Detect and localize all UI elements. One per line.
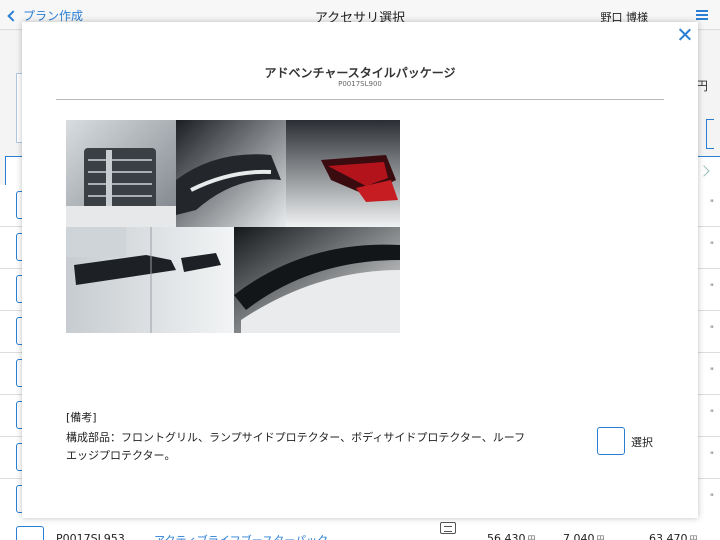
select-checkbox[interactable] — [597, 427, 625, 455]
table-row: P0017SL953 アクティブライフブースターパック 56,430円 7,04… — [0, 518, 720, 540]
item-code: P0017SL953 — [56, 532, 125, 540]
row-unit: " — [709, 241, 714, 251]
price-parts: 56,430 円 — [487, 532, 536, 540]
row-unit: " — [709, 283, 714, 293]
package-detail-modal: アドベンチャースタイルパッケージ P0017SL900 [備考] 構成部品：フロ… — [22, 22, 698, 518]
row-unit: " — [709, 409, 714, 419]
note-heading: [備考] — [66, 411, 97, 424]
row-unit: " — [709, 451, 714, 461]
divider — [56, 99, 664, 100]
price-labor: 7,040 円 — [563, 532, 605, 540]
package-photo — [66, 120, 400, 333]
row-unit: " — [709, 493, 714, 503]
row-checkbox[interactable] — [16, 526, 44, 540]
modal-code: P0017SL900 — [338, 80, 382, 88]
background-button[interactable] — [706, 119, 714, 149]
select-label: 選択 — [631, 436, 653, 449]
modal-title: アドベンチャースタイルパッケージ — [264, 66, 456, 80]
row-unit: " — [709, 367, 714, 377]
menu-icon[interactable] — [696, 10, 708, 20]
price-total: 63,470 円 — [649, 532, 698, 540]
row-unit: " — [709, 325, 714, 335]
item-name-link[interactable]: アクティブライフブースターパック — [154, 532, 328, 540]
chevron-right-icon — [698, 165, 710, 177]
note-body: 構成部品：フロントグリル、ランプサイドプロテクター、ボディサイドプロテクター、ル… — [66, 431, 526, 462]
close-icon[interactable] — [678, 28, 691, 41]
row-unit: " — [709, 199, 714, 209]
comment-icon[interactable] — [440, 522, 456, 534]
